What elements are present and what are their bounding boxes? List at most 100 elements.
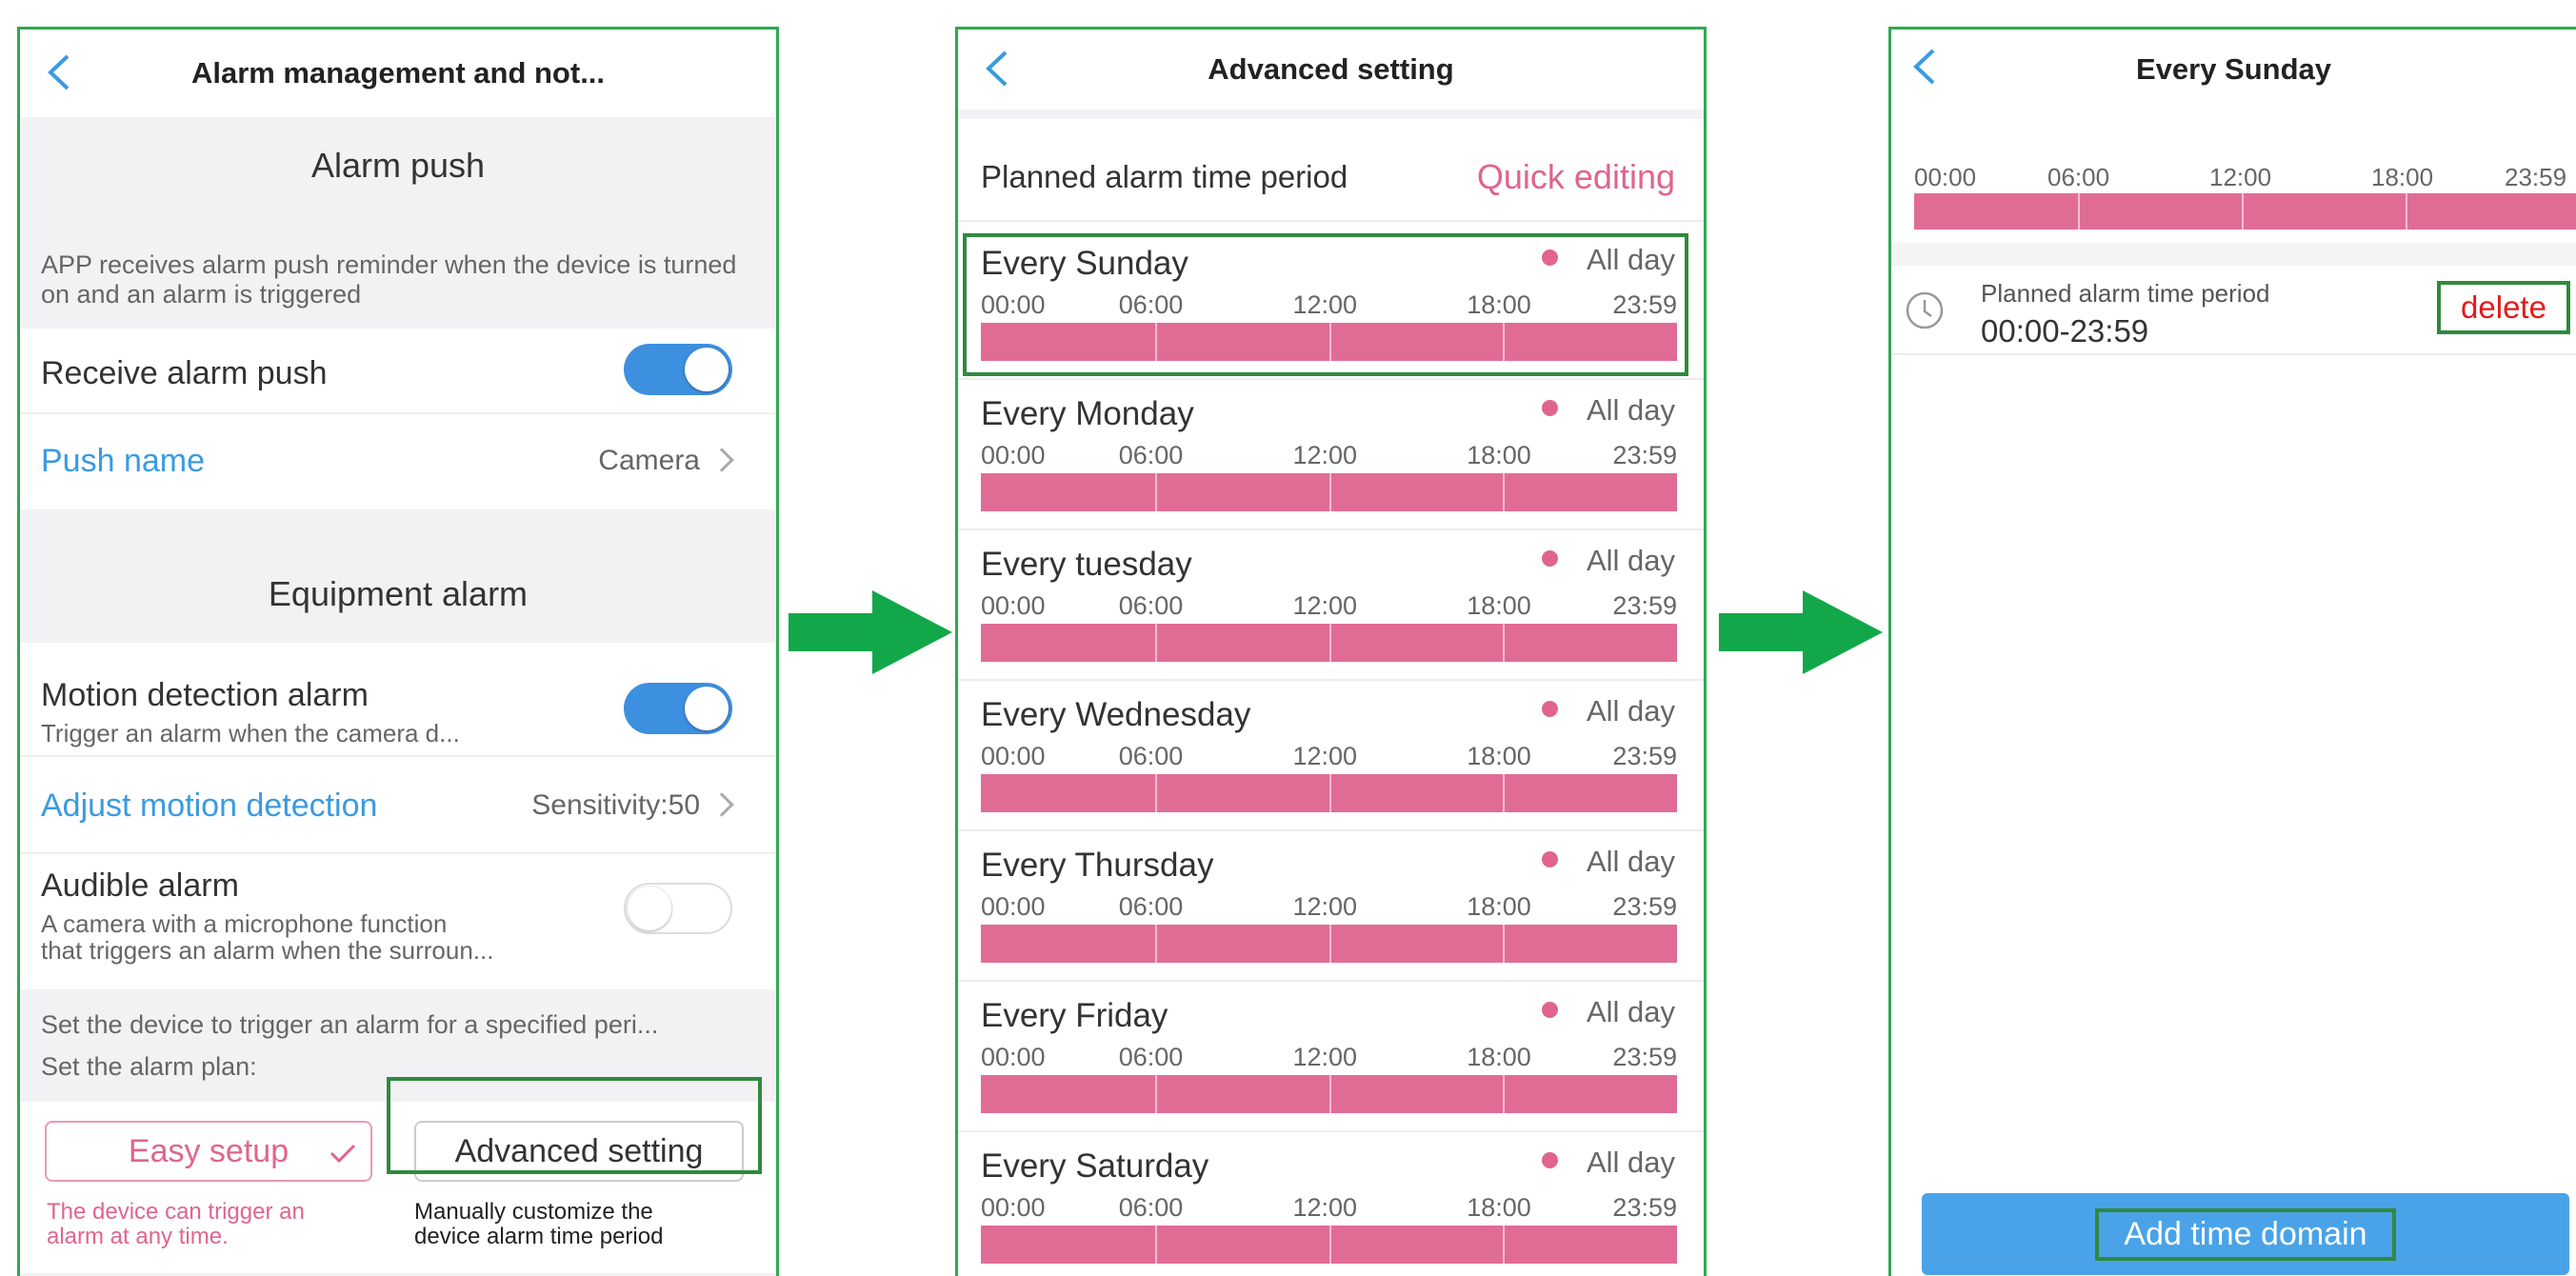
tick-label: 00:00: [981, 892, 1046, 921]
bar-separator: [1503, 624, 1506, 662]
push-name-value: Camera: [598, 445, 734, 477]
delete-button[interactable]: delete: [2437, 281, 2570, 334]
tick-label: 23:59: [1612, 1043, 1677, 1071]
time-period-row: Planned alarm time period 00:00-23:59 de…: [1891, 266, 2576, 355]
add-time-domain-label: Add time domain: [2124, 1215, 2367, 1252]
bar-separator: [1154, 1075, 1157, 1113]
receive-alarm-push-label: Receive alarm push: [41, 355, 328, 391]
motion-detection-toggle[interactable]: [624, 683, 732, 734]
time-period-value: 00:00-23:59: [1981, 313, 2149, 349]
tick-label: 12:00: [1292, 892, 1358, 921]
sensitivity-value: Sensitivity:50: [531, 789, 734, 822]
back-arrow-icon[interactable]: [1903, 43, 1950, 90]
day-row[interactable]: Every Friday All day 00:00 06:00 12:00 18:00 2…: [958, 982, 1704, 1132]
easy-setup-caption-1: The device can trigger an: [47, 1199, 305, 1225]
quick-editing-link[interactable]: Quick editing: [1477, 157, 1675, 197]
day-name: Every Saturday: [981, 1147, 1209, 1185]
receive-alarm-push-row[interactable]: Receive alarm push: [20, 329, 776, 414]
back-arrow-icon[interactable]: [37, 49, 85, 96]
arrow-right-icon: [1719, 590, 1883, 674]
timeline-ticks: 00:00 06:00 12:00 18:00 23:59: [981, 892, 1677, 925]
audible-alarm-label: Audible alarm: [41, 867, 239, 904]
all-day-label: All day: [1586, 694, 1675, 728]
day-row[interactable]: Every Monday All day 00:00 06:00 12:00 18:00 2…: [958, 380, 1704, 530]
title-bar: Alarm management and not...: [20, 30, 776, 117]
tick-label: 12:00: [1292, 591, 1358, 620]
bar-separator: [2406, 193, 2407, 229]
tick-label: 06:00: [1118, 591, 1184, 620]
all-day-indicator: All day: [1541, 694, 1675, 728]
bar-separator: [1328, 1075, 1331, 1113]
timeline-ticks: 00:00 06:00 12:00 18:00 23:59: [981, 591, 1677, 624]
adjust-motion-detection-label: Adjust motion detection: [41, 788, 378, 824]
all-day-label: All day: [1586, 1146, 1675, 1179]
page-title: Advanced setting: [1208, 52, 1454, 86]
planned-period-header: Planned alarm time period Quick editing: [958, 119, 1704, 222]
tick-label: 23:59: [2505, 163, 2567, 191]
all-day-indicator: All day: [1541, 544, 1675, 578]
advanced-setting-caption-1: Manually customize the: [414, 1199, 653, 1225]
bar-separator: [1328, 774, 1331, 812]
timeline-bar: [981, 1075, 1677, 1113]
push-name-row[interactable]: Push name Camera: [20, 414, 776, 509]
bar-separator: [2078, 193, 2080, 229]
all-day-label: All day: [1586, 544, 1675, 577]
chevron-right-icon: [709, 792, 734, 817]
push-name-text: Camera: [598, 445, 700, 476]
bar-separator: [1154, 925, 1157, 963]
day-row[interactable]: Every Saturday All day 00:00 06:00 12:00 18:0…: [958, 1132, 1704, 1276]
audible-alarm-row[interactable]: Audible alarm A camera with a microphone…: [20, 854, 776, 989]
timeline-bar: [981, 1226, 1677, 1264]
toggle-knob: [685, 687, 729, 730]
day-name: Every Monday: [981, 395, 1194, 432]
tick-label: 06:00: [1118, 742, 1184, 770]
delete-label: delete: [2461, 289, 2546, 325]
all-day-label: All day: [1586, 845, 1675, 878]
timeline-ticks: 00:00 06:00 12:00 18:00 23:59: [981, 1043, 1677, 1075]
dot-icon: [1541, 1002, 1558, 1019]
tick-label: 00:00: [981, 1043, 1046, 1071]
easy-setup-caption-2: alarm at any time.: [47, 1224, 229, 1249]
tick-label: 00:00: [981, 742, 1046, 770]
add-time-domain-button[interactable]: Add time domain: [1922, 1193, 2569, 1275]
toggle-knob: [628, 887, 671, 930]
day-row[interactable]: Every Thursday All day 00:00 06:00 12:00 18:0…: [958, 831, 1704, 982]
section-title: Equipment alarm: [268, 574, 529, 613]
planned-period-label: Planned alarm time period: [981, 159, 1348, 194]
alarm-push-header: Alarm push: [20, 117, 776, 210]
tick-label: 00:00: [981, 441, 1046, 469]
easy-setup-button[interactable]: Easy setup: [45, 1121, 372, 1182]
equipment-alarm-header: Equipment alarm: [20, 509, 776, 643]
timeline-ticks: 00:00 06:00 12:00 18:00 23:59: [981, 441, 1677, 473]
tick-label: 23:59: [1612, 591, 1677, 620]
receive-alarm-push-toggle[interactable]: [624, 344, 732, 395]
clock-icon: [1906, 291, 1944, 329]
tick-label: 12:00: [1292, 1043, 1358, 1071]
tick-label: 06:00: [1118, 1193, 1184, 1222]
bar-separator: [1503, 473, 1506, 511]
day-row[interactable]: Every tuesday All day 00:00 06:00 12:00 18:00…: [958, 530, 1704, 681]
add-time-domain-highlight: Add time domain: [2095, 1207, 2396, 1261]
motion-detection-row[interactable]: Motion detection alarm Trigger an alarm …: [20, 643, 776, 757]
timeline-bar: [981, 473, 1677, 511]
all-day-indicator: All day: [1541, 995, 1675, 1029]
every-sunday-highlight: [963, 233, 1688, 376]
tick-label: 12:00: [2209, 163, 2272, 191]
day-name: Every Friday: [981, 997, 1168, 1034]
adjust-motion-detection-row[interactable]: Adjust motion detection Sensitivity:50: [20, 757, 776, 854]
day-row[interactable]: Every Wednesday All day 00:00 06:00 12:00 18:…: [958, 681, 1704, 831]
audible-alarm-toggle[interactable]: [624, 883, 732, 934]
alarm-plan-line-2: Set the alarm plan:: [41, 1052, 257, 1081]
motion-detection-description: Trigger an alarm when the camera d...: [41, 719, 460, 748]
tick-label: 12:00: [1292, 441, 1358, 469]
audible-alarm-description-2: that triggers an alarm when the surroun.…: [41, 936, 494, 965]
advanced-setting-highlight: [387, 1077, 762, 1174]
bar-separator: [1328, 1226, 1331, 1264]
timeline-ticks: 00:00 06:00 12:00 18:00 23:59: [981, 742, 1677, 774]
dot-icon: [1541, 400, 1558, 417]
tick-label: 18:00: [2371, 163, 2434, 191]
timeline-bar: [981, 925, 1677, 963]
back-arrow-icon[interactable]: [975, 45, 1023, 92]
all-day-indicator: All day: [1541, 1146, 1675, 1180]
timeline-bar: [981, 774, 1677, 812]
